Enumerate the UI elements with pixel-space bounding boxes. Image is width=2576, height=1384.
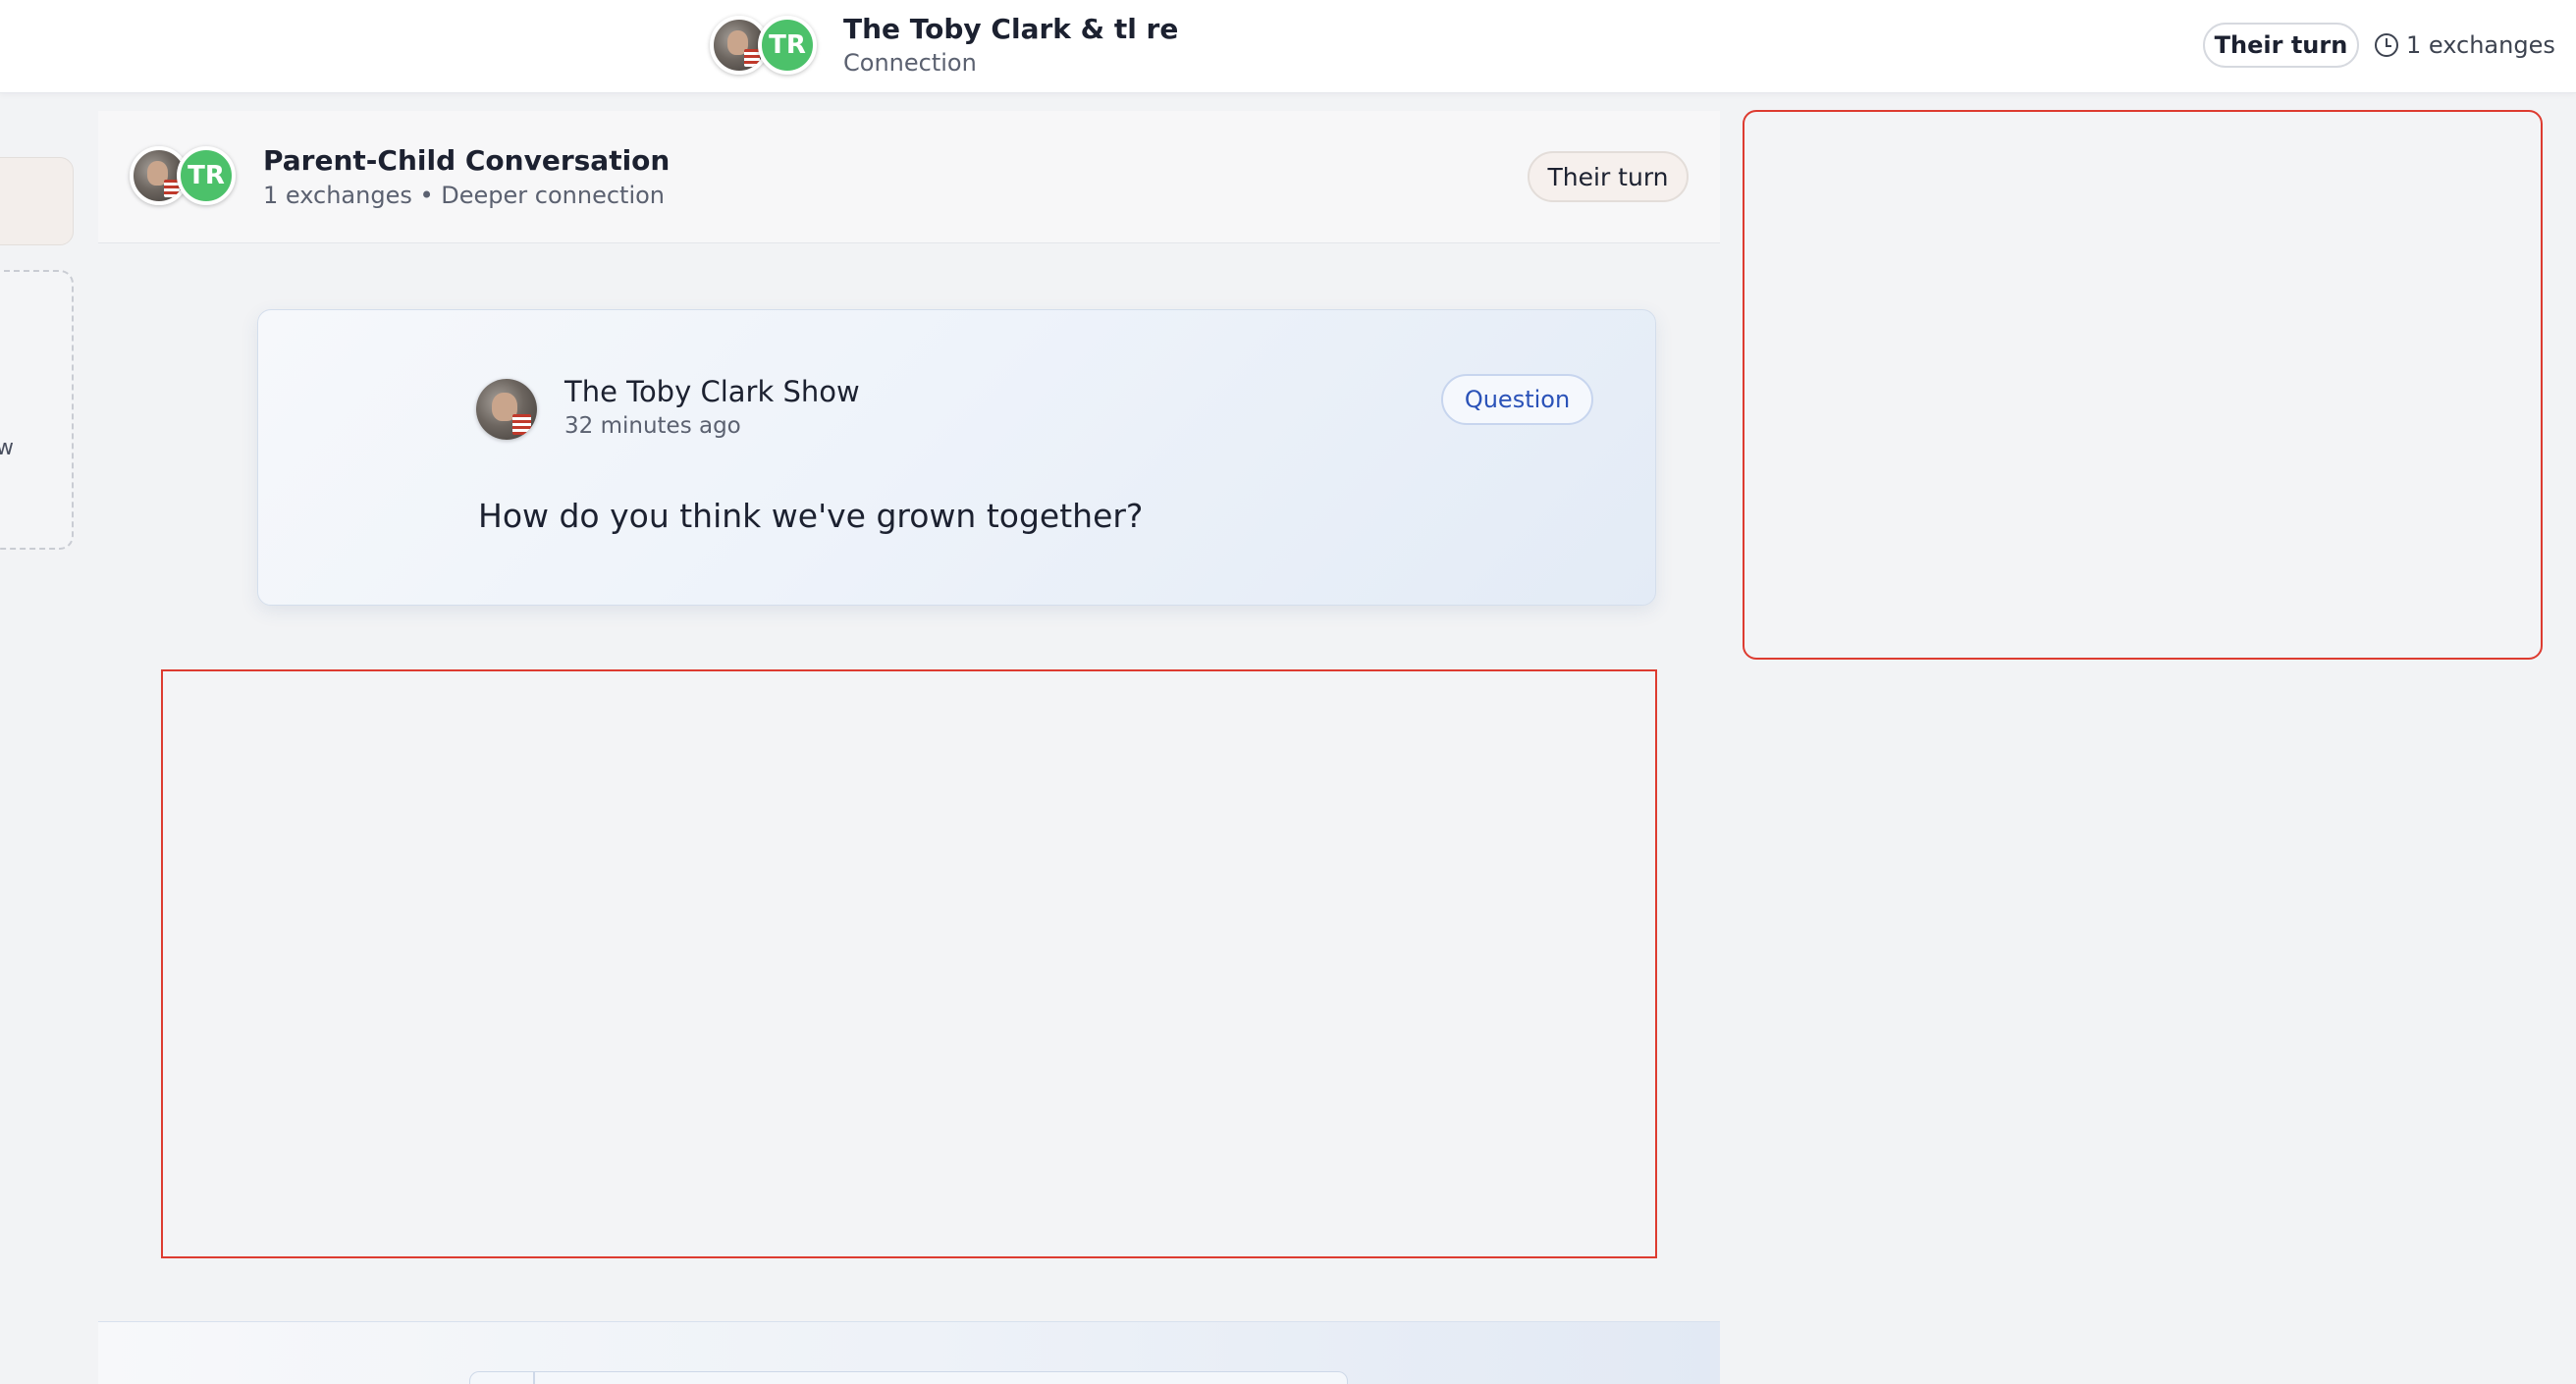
conversation-partner-avatar: TR <box>177 146 236 205</box>
sidebar-dashed-card[interactable] <box>0 270 74 550</box>
exchanges-label: 1 exchanges <box>2406 31 2555 59</box>
turn-status-badge[interactable]: Their turn <box>2203 23 2359 68</box>
page-title: The Toby Clark & tl re <box>843 13 1179 45</box>
page-subtitle: Connection <box>843 49 977 77</box>
partner-avatar: TR <box>758 16 817 75</box>
question-type-label: Question <box>1464 386 1571 413</box>
question-card: The Toby Clark Show 32 minutes ago Quest… <box>257 309 1656 606</box>
conversation-partner-initials: TR <box>188 161 225 190</box>
conversation-meta: 1 exchanges • Deeper connection <box>263 182 666 209</box>
turn-status-label: Their turn <box>2214 31 2348 59</box>
question-author: The Toby Clark Show <box>564 375 860 408</box>
clock-icon <box>2375 33 2398 57</box>
exchanges-count: 1 exchanges <box>2375 27 2555 63</box>
conversation-turn-label: Their turn <box>1547 162 1669 191</box>
top-header: TR The Toby Clark & tl re Connection The… <box>0 0 2576 93</box>
app-root: TR The Toby Clark & tl re Connection The… <box>0 0 2576 1384</box>
reply-input[interactable] <box>469 1371 1348 1384</box>
reply-area <box>161 669 1657 1258</box>
question-author-avatar <box>476 379 537 440</box>
conversation-title: Parent-Child Conversation <box>263 144 671 177</box>
question-type-badge: Question <box>1441 374 1593 425</box>
sidebar-item-active[interactable] <box>0 157 74 245</box>
question-text: How do you think we've grown together? <box>478 497 1144 535</box>
question-timestamp: 32 minutes ago <box>564 413 741 439</box>
conversation-header: TR Parent-Child Conversation 1 exchanges… <box>98 111 1720 243</box>
composer-bar <box>98 1321 1720 1384</box>
conversation-turn-badge[interactable]: Their turn <box>1528 151 1689 202</box>
partner-initials: TR <box>769 30 806 60</box>
composer-divider <box>533 1372 535 1384</box>
sidebar-partial-text: w <box>0 436 14 460</box>
right-side-panel <box>1743 110 2543 660</box>
